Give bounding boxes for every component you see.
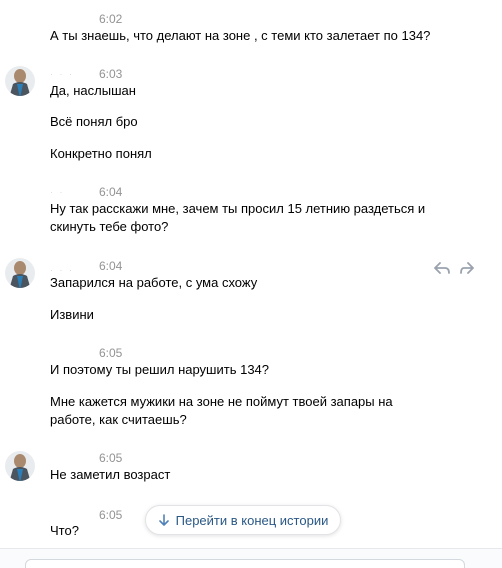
avatar[interactable] (5, 64, 35, 98)
arrow-down-icon (158, 514, 170, 526)
message-time[interactable]: 6:04 (99, 259, 122, 273)
message-text: Мне кажется мужики на зоне не поймут тво… (50, 394, 393, 409)
message-text: скинуть тебе фото? (50, 219, 169, 234)
message-text: Не заметил возраст (50, 467, 171, 482)
message-text: Запарился на работе, с ума схожу (50, 275, 258, 290)
message-text: Ну так расскажи мне, зачем ты просил 15 … (50, 201, 426, 216)
sender-name[interactable]: · · · (50, 69, 74, 79)
message-text: Всё понял бро (50, 114, 138, 129)
message-text: Да, наслышан (50, 83, 136, 98)
message-time[interactable]: 6:04 (99, 185, 122, 199)
message-time[interactable]: 6:05 (99, 508, 122, 522)
avatar[interactable] (5, 449, 35, 483)
message-history[interactable]: 6:02 А ты знаешь, что делают на зоне , с… (0, 0, 502, 548)
message-time[interactable]: 6:05 (99, 451, 122, 465)
message-text: Извини (50, 307, 94, 322)
message-text: А ты знаешь, что делают на зоне , с теми… (50, 28, 431, 43)
message-text: Конкретно понял (50, 146, 152, 161)
avatar-icon (5, 66, 35, 96)
message-text: И поэтому ты решил нарушить 134? (50, 362, 270, 377)
avatar[interactable] (5, 256, 35, 290)
message-text: работе, как считаешь? (50, 412, 187, 427)
message-input[interactable] (25, 559, 465, 568)
message-time[interactable]: 6:02 (99, 12, 122, 26)
avatar-icon (5, 258, 35, 288)
sender-name[interactable]: · · (50, 187, 65, 197)
avatar-icon (5, 451, 35, 481)
message-composer (0, 548, 502, 568)
message-time[interactable]: 6:05 (99, 346, 122, 360)
message-time[interactable]: 6:03 (99, 67, 122, 81)
jump-to-end-label: Перейти в конец истории (175, 512, 329, 528)
jump-to-end-button[interactable]: Перейти в конец истории (145, 505, 341, 535)
forward-icon[interactable] (459, 262, 474, 277)
